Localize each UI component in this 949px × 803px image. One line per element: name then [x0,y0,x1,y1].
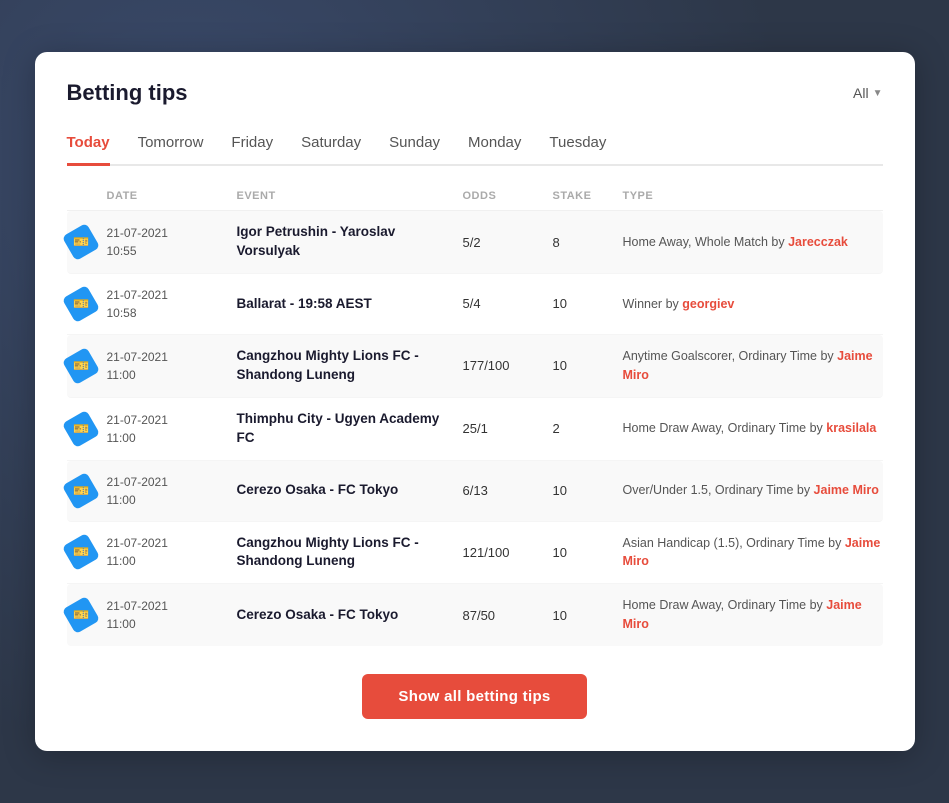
card-title: Betting tips [67,80,188,106]
event-cell: Igor Petrushin - Yaroslav Vorsulyak [237,223,463,261]
author-link[interactable]: Jaime Miro [623,598,862,631]
odds-cell: 25/1 [463,421,553,436]
tab-sunday[interactable]: Sunday [389,126,440,166]
ticket-icon-cell: 🎫 [67,538,107,566]
event-cell: Thimphu City - Ugyen Academy FC [237,410,463,448]
table-row: 🎫 21-07-202111:00 Cangzhou Mighty Lions … [67,522,883,585]
stake-cell: 10 [553,483,623,498]
type-cell: Asian Handicap (1.5), Ordinary Time by J… [623,534,883,572]
ticket-icon: 🎫 [61,285,99,323]
col-date: DATE [107,190,237,202]
table-row: 🎫 21-07-202111:00 Cangzhou Mighty Lions … [67,335,883,398]
show-all-button[interactable]: Show all betting tips [362,674,586,719]
table-row: 🎫 21-07-202111:00 Cerezo Osaka - FC Toky… [67,584,883,646]
col-event: EVENT [237,190,463,202]
author-link[interactable]: krasilala [826,421,876,435]
table-row: 🎫 21-07-202111:00 Thimphu City - Ugyen A… [67,398,883,461]
tab-friday[interactable]: Friday [231,126,273,166]
date-cell: 21-07-202111:00 [107,411,237,447]
date-cell: 21-07-202111:00 [107,473,237,509]
date-cell: 21-07-202111:00 [107,534,237,570]
ticket-icon-cell: 🎫 [67,352,107,380]
event-cell: Cerezo Osaka - FC Tokyo [237,481,463,500]
odds-cell: 5/2 [463,235,553,250]
card-header: Betting tips All ▼ [67,80,883,106]
stake-cell: 10 [553,296,623,311]
author-link[interactable]: Jaime Miro [623,536,881,569]
date-cell: 21-07-202110:58 [107,286,237,322]
filter-dropdown[interactable]: All ▼ [853,85,882,101]
type-cell: Over/Under 1.5, Ordinary Time by Jaime M… [623,481,883,500]
author-link[interactable]: georgiev [682,297,734,311]
type-cell: Home Draw Away, Ordinary Time by Jaime M… [623,596,883,634]
date-cell: 21-07-202110:55 [107,224,237,260]
tab-saturday[interactable]: Saturday [301,126,361,166]
author-link[interactable]: Jaime Miro [623,349,873,382]
event-cell: Cerezo Osaka - FC Tokyo [237,606,463,625]
author-link[interactable]: Jaime Miro [814,483,879,497]
ticket-icon-cell: 🎫 [67,415,107,443]
stake-cell: 10 [553,608,623,623]
filter-label: All [853,85,869,101]
betting-tips-card: Betting tips All ▼ Today Tomorrow Friday… [35,52,915,751]
event-cell: Ballarat - 19:58 AEST [237,295,463,314]
stake-cell: 2 [553,421,623,436]
ticket-icon-cell: 🎫 [67,601,107,629]
tab-monday[interactable]: Monday [468,126,521,166]
ticket-icon: 🎫 [61,533,99,571]
chevron-down-icon: ▼ [873,88,883,99]
tab-today[interactable]: Today [67,126,110,166]
table-row: 🎫 21-07-202110:55 Igor Petrushin - Yaros… [67,211,883,274]
stake-cell: 10 [553,545,623,560]
ticket-icon: 🎫 [61,410,99,448]
type-cell: Anytime Goalscorer, Ordinary Time by Jai… [623,347,883,385]
type-cell: Winner by georgiev [623,295,883,314]
col-stake: STAKE [553,190,623,202]
event-cell: Cangzhou Mighty Lions FC - Shandong Lune… [237,347,463,385]
type-cell: Home Away, Whole Match by Jarecczak [623,233,883,252]
odds-cell: 121/100 [463,545,553,560]
ticket-icon: 🎫 [61,596,99,634]
col-odds: ODDS [463,190,553,202]
stake-cell: 8 [553,235,623,250]
date-cell: 21-07-202111:00 [107,348,237,384]
table-header: DATE EVENT ODDS STAKE TYPE [67,182,883,211]
ticket-icon-cell: 🎫 [67,477,107,505]
col-type: TYPE [623,190,883,202]
ticket-icon: 🎫 [61,347,99,385]
table-row: 🎫 21-07-202111:00 Cerezo Osaka - FC Toky… [67,461,883,522]
author-link[interactable]: Jarecczak [788,235,848,249]
table-row: 🎫 21-07-202110:58 Ballarat - 19:58 AEST … [67,274,883,335]
ticket-icon-cell: 🎫 [67,290,107,318]
date-cell: 21-07-202111:00 [107,597,237,633]
show-button-wrapper: Show all betting tips [67,674,883,719]
ticket-icon: 🎫 [61,471,99,509]
odds-cell: 87/50 [463,608,553,623]
ticket-icon-cell: 🎫 [67,228,107,256]
odds-cell: 6/13 [463,483,553,498]
tabs: Today Tomorrow Friday Saturday Sunday Mo… [67,126,883,166]
type-cell: Home Draw Away, Ordinary Time by krasila… [623,419,883,438]
tab-tuesday[interactable]: Tuesday [549,126,606,166]
odds-cell: 177/100 [463,358,553,373]
event-cell: Cangzhou Mighty Lions FC - Shandong Lune… [237,534,463,572]
table-body: 🎫 21-07-202110:55 Igor Petrushin - Yaros… [67,211,883,646]
stake-cell: 10 [553,358,623,373]
odds-cell: 5/4 [463,296,553,311]
ticket-icon: 🎫 [61,223,99,261]
tab-tomorrow[interactable]: Tomorrow [138,126,204,166]
